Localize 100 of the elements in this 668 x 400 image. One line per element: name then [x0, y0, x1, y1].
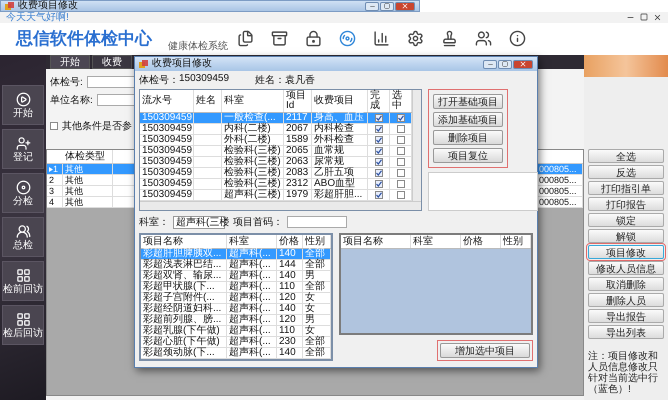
checkbox[interactable] [374, 136, 382, 144]
add-selected-button[interactable]: 增加选中项目 [440, 343, 530, 358]
table-row[interactable]: 150309459 内科(二楼) 2067 内科检查 [140, 124, 412, 135]
app-icon [139, 60, 148, 68]
table-cell: 彩超子宫附件(... [141, 293, 227, 303]
table-row[interactable]: 彩超子宫附件(... 超声科(... 120 女 [141, 293, 331, 304]
maximize-icon[interactable] [380, 2, 394, 10]
action-button[interactable]: 导出报告 [588, 309, 664, 323]
sidebar-button[interactable]: 检后回访 [2, 305, 44, 345]
dialog-button[interactable]: 打开基础项目 [433, 94, 503, 109]
checkbox[interactable] [374, 169, 382, 177]
table-cell: 110 [277, 326, 303, 336]
checkbox[interactable] [396, 180, 404, 188]
table-cell: 彩超乳腺(下午做) [141, 326, 227, 336]
table-cell: 彩超心脏(下午做) [141, 337, 227, 347]
column-header: 性别 [303, 235, 331, 248]
checkbox[interactable] [396, 125, 404, 133]
table-cell: 彩超颈动脉(下... [141, 348, 227, 358]
checkbox[interactable] [374, 191, 382, 199]
table-cell: 000805... [537, 164, 583, 174]
checkbox[interactable] [374, 114, 382, 122]
scrollbar[interactable] [140, 201, 421, 210]
checkbox[interactable] [396, 136, 404, 144]
table-cell: 检验科(三楼) [222, 146, 284, 156]
table-row[interactable]: 彩超甲状腺(下... 超声科(... 110 全部 [141, 282, 331, 293]
checkbox[interactable] [396, 114, 404, 122]
table-row[interactable]: 彩超双肾、输尿... 超声科(... 140 男 [141, 271, 331, 282]
checkbox[interactable] [374, 125, 382, 133]
checkbox[interactable] [374, 158, 382, 166]
table-row[interactable]: 150309459 检验科(三楼) 2063 尿常规 [140, 157, 412, 168]
table-cell: 150309459 [140, 124, 194, 134]
scrollbar[interactable] [412, 90, 421, 201]
action-button[interactable]: 取消删除 [588, 277, 664, 291]
sidebar-button[interactable]: 检前回访 [2, 261, 44, 301]
checkbox[interactable] [396, 147, 404, 155]
action-button[interactable]: 修改人员信息 [588, 261, 664, 275]
note-text: 注：项目修改和人员信息修改只针对当前选中行（蓝色）! [588, 351, 659, 395]
table-row[interactable]: 150309459 检验科(三楼) 2312 ABO血型 [140, 179, 412, 190]
action-button[interactable]: 锁定 [588, 213, 664, 227]
close-icon[interactable] [653, 13, 662, 22]
table-cell: 2065 [284, 146, 312, 156]
close-icon[interactable] [513, 60, 533, 68]
table-row[interactable]: 150309459 外科(二楼) 1589 外科检查 [140, 135, 412, 146]
action-button[interactable]: 导出列表 [588, 325, 664, 339]
table-row[interactable]: 150309459 检验科(三楼) 2065 血常规 [140, 146, 412, 157]
row-number: 2 [49, 175, 54, 185]
column-header: 项目Id [284, 90, 312, 112]
action-button[interactable]: 打印指引单 [588, 181, 664, 195]
checkbox[interactable] [396, 158, 404, 166]
dialog-button[interactable]: 删除项目 [433, 130, 503, 145]
action-button[interactable]: 删除人员 [588, 293, 664, 307]
table-cell: 144 [277, 260, 303, 270]
tab[interactable]: 收费 [92, 55, 132, 69]
table-cell: 全部 [303, 260, 331, 270]
maximize-icon[interactable] [498, 60, 512, 68]
sidebar-button[interactable]: 分检 [2, 173, 44, 213]
grid-icon [16, 312, 30, 326]
table-row[interactable]: 150309459 检验科(三楼) 2083 乙肝五项 [140, 168, 412, 179]
checkbox[interactable] [396, 169, 404, 177]
column-header: 科室 [411, 235, 461, 248]
table-row[interactable]: 彩超浅表淋巴结... 超声科(... 144 全部 [141, 260, 331, 271]
table-cell: 110 [277, 282, 303, 292]
table-row[interactable]: 彩超经阴道妇科... 超声科(... 140 女 [141, 304, 331, 315]
table-cell: 全部 [303, 337, 331, 347]
sidebar-button[interactable]: 总检 [2, 217, 44, 257]
action-button[interactable]: 反选 [588, 165, 664, 179]
table-row[interactable]: 彩超乳腺(下午做) 超声科(... 110 女 [141, 326, 331, 337]
sidebar-button[interactable]: 登记 [2, 129, 44, 169]
item-code-field[interactable] [287, 216, 347, 228]
checkbox[interactable] [374, 147, 382, 155]
dialog-button[interactable]: 添加基础项目 [433, 112, 503, 127]
dialog-button[interactable]: 项目复位 [433, 148, 503, 163]
table-cell: 230 [277, 337, 303, 347]
field-label: 体检号: [50, 76, 83, 89]
field-label: 体检号： [139, 74, 179, 87]
table-cell: 超声科(... [227, 260, 277, 270]
checkbox[interactable] [396, 191, 404, 199]
action-button[interactable]: 项目修改 [588, 245, 664, 259]
table-row[interactable]: 彩超前列腺、膀... 超声科(... 120 男 [141, 315, 331, 326]
checkbox[interactable] [374, 180, 382, 188]
table-cell: 外科(二楼) [222, 135, 284, 145]
action-button[interactable]: 解锁 [588, 229, 664, 243]
sidebar-button[interactable]: 开始 [2, 85, 44, 125]
action-button[interactable]: 全选 [588, 149, 664, 163]
checkbox[interactable] [50, 122, 58, 130]
action-button[interactable]: 打印报告 [588, 197, 664, 211]
table-cell: 超声科(... [227, 326, 277, 336]
table-row[interactable]: 彩超心脏(下午做) 超声科(... 230 全部 [141, 337, 331, 348]
table-cell: 全部 [303, 348, 331, 358]
table-cell: 身高、血压 [312, 113, 368, 123]
window-title: 收费项目修改 [18, 1, 78, 11]
maximize-icon[interactable] [640, 13, 648, 21]
column-header: 价格 [277, 235, 303, 248]
tab[interactable]: 开始 [50, 55, 90, 69]
table-row[interactable]: 150309459 超声科(三楼) 1979 彩超肝胆... [140, 190, 412, 201]
close-icon[interactable] [395, 2, 415, 10]
table-row[interactable]: 彩超颈动脉(下... 超声科(... 140 全部 [141, 348, 331, 359]
app-subtitle: 健康体检系统 [168, 40, 228, 53]
table-cell: 150309459 [140, 179, 194, 189]
table-cell: 超声科(... [227, 304, 277, 314]
